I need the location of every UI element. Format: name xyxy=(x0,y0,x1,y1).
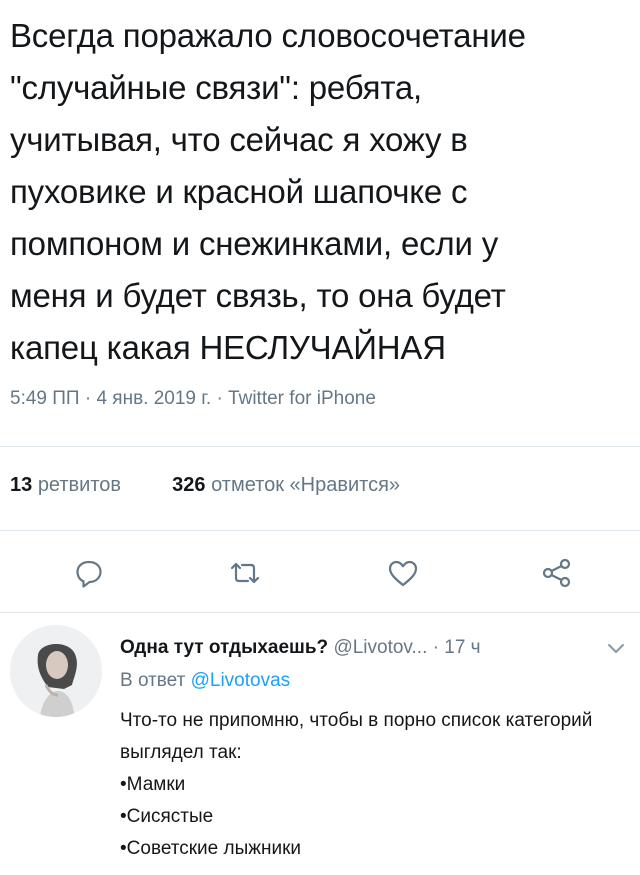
retweets-stat[interactable]: 13 ретвитов xyxy=(10,474,127,496)
reply-list-item: •Мамки xyxy=(120,774,186,795)
reply-header: Одна тут отдыхаешь? @Livotov... · 17 ч xyxy=(120,637,481,659)
like-icon[interactable] xyxy=(386,556,420,590)
tweet-text: Всегда поражало словосочетание "случайны… xyxy=(10,17,526,366)
retweets-label: ретвитов xyxy=(37,474,122,496)
reply-time: 17 ч xyxy=(444,637,481,658)
reply-icon[interactable] xyxy=(72,556,106,590)
reply-text-intro: Что-то не припомню, чтобы в порно список… xyxy=(120,710,593,763)
share-icon[interactable] xyxy=(540,556,574,590)
in-reply-handle-link[interactable]: @Livotovas xyxy=(191,670,291,691)
retweet-icon[interactable] xyxy=(228,556,262,590)
reply-tweet[interactable]: Одна тут отдыхаешь? @Livotov... · 17 ч В… xyxy=(0,615,640,875)
tweet-meta: 5:49 ПП · 4 янв. 2019 г. · Twitter for i… xyxy=(10,388,376,409)
divider-top xyxy=(0,446,640,447)
likes-label: отметок «Нравится» xyxy=(211,474,401,496)
reply-list-item: •Сисястые xyxy=(120,806,214,827)
divider-mid xyxy=(0,530,640,531)
avatar[interactable] xyxy=(10,625,102,717)
action-bar xyxy=(0,548,640,598)
in-reply-prefix: В ответ xyxy=(120,670,186,691)
reply-text: Что-то не припомню, чтобы в порно список… xyxy=(120,705,630,865)
retweets-count: 13 xyxy=(10,474,33,496)
likes-count: 326 xyxy=(172,474,206,496)
reply-author-handle[interactable]: @Livotov... xyxy=(333,637,427,658)
divider-bottom xyxy=(0,612,640,613)
tweet-stats: 13 ретвитов 326 отметок «Нравится» xyxy=(10,474,400,497)
reply-separator: · xyxy=(432,637,439,658)
reply-list-item: •Советские лыжники xyxy=(120,838,302,859)
reply-author-name[interactable]: Одна тут отдыхаешь? xyxy=(120,637,328,658)
likes-stat[interactable]: 326 отметок «Нравится» xyxy=(172,474,400,496)
in-reply-to: В ответ @Livotovas xyxy=(120,670,290,692)
chevron-down-icon[interactable] xyxy=(606,641,626,655)
